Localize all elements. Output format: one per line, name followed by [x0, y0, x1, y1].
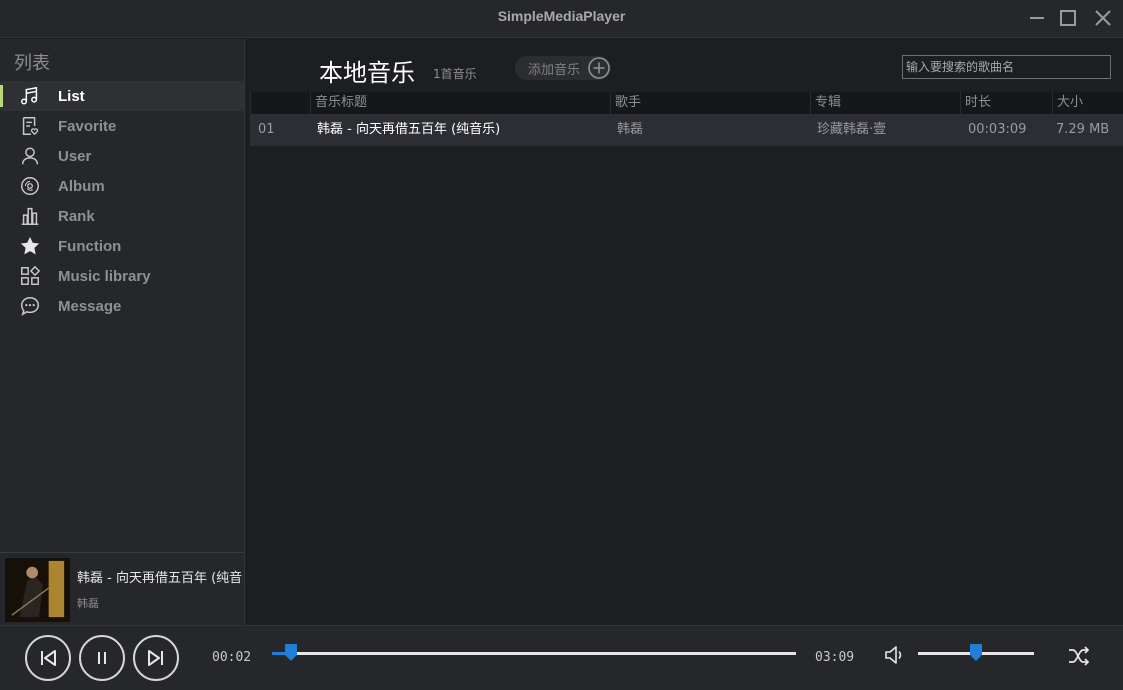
- pause-button[interactable]: [79, 635, 125, 681]
- previous-icon: [41, 650, 56, 666]
- next-button[interactable]: [133, 635, 179, 681]
- sidebar-item-label: Rank: [58, 207, 95, 225]
- shuffle-button[interactable]: [1066, 643, 1092, 669]
- shuffle-icon: [1069, 646, 1090, 666]
- music-note-icon: [18, 84, 42, 108]
- column-header-title[interactable]: 音乐标题: [310, 92, 610, 114]
- next-icon: [148, 650, 163, 666]
- row-size: 7.29 MB: [1056, 122, 1110, 137]
- previous-button[interactable]: [25, 635, 71, 681]
- row-duration: 00:03:09: [968, 122, 1027, 137]
- sidebar-item-label: List: [58, 87, 85, 105]
- sidebar-item-favorite[interactable]: Favorite: [0, 111, 244, 141]
- player-bar: 00:02 03:09: [0, 625, 1123, 690]
- now-playing-artist: 韩磊: [77, 597, 99, 610]
- column-header-artist[interactable]: 歌手: [610, 92, 810, 114]
- sidebar-item-music-library[interactable]: Music library: [0, 261, 244, 291]
- now-playing-title: 韩磊 - 向天再借五百年 (纯音乐): [77, 571, 243, 586]
- sidebar: 列表 List Favorite User Album Rank Functio…: [0, 39, 245, 625]
- row-album: 珍藏韩磊·壹: [817, 122, 887, 137]
- progress-slider[interactable]: [272, 644, 796, 661]
- plus-circle-icon: [587, 56, 611, 80]
- user-icon: [18, 144, 42, 168]
- current-time: 00:02: [212, 650, 252, 665]
- total-time: 03:09: [815, 650, 855, 665]
- table-row[interactable]: 01 韩磊 - 向天再借五百年 (纯音乐) 韩磊 珍藏韩磊·壹 00:03:09…: [250, 114, 1123, 146]
- column-header-album[interactable]: 专辑: [810, 92, 960, 114]
- volume-handle[interactable]: [970, 644, 982, 661]
- message-bubble-icon: [18, 294, 42, 318]
- sidebar-section-label: 列表: [14, 53, 50, 74]
- rank-chart-icon: [18, 204, 42, 228]
- album-cover: [5, 558, 70, 622]
- row-index: 01: [258, 122, 275, 137]
- pause-icon: [98, 652, 106, 664]
- close-icon: [1095, 10, 1111, 26]
- close-button[interactable]: [1092, 7, 1114, 29]
- sidebar-item-list[interactable]: List: [0, 81, 244, 111]
- row-artist: 韩磊: [617, 122, 644, 137]
- sidebar-item-user[interactable]: User: [0, 141, 244, 171]
- library-grid-icon: [18, 264, 42, 288]
- sidebar-item-message[interactable]: Message: [0, 291, 244, 321]
- sidebar-item-label: Album: [58, 177, 105, 195]
- sidebar-item-label: Function: [58, 237, 122, 255]
- minimize-icon: [1030, 17, 1044, 19]
- add-music-button[interactable]: 添加音乐: [515, 56, 611, 80]
- row-title: 韩磊 - 向天再借五百年 (纯音乐): [317, 122, 501, 137]
- volume-icon[interactable]: [883, 643, 907, 667]
- table-header: 音乐标题 歌手 专辑 时长 大小: [250, 92, 1123, 114]
- sidebar-item-label: Music library: [58, 267, 151, 285]
- now-playing-panel[interactable]: 韩磊 - 向天再借五百年 (纯音乐) 韩磊: [0, 552, 244, 625]
- sidebar-item-album[interactable]: Album: [0, 171, 244, 201]
- search-input[interactable]: [902, 55, 1111, 79]
- song-table: 音乐标题 歌手 专辑 时长 大小 01 韩磊 - 向天再借五百年 (纯音乐) 韩…: [250, 92, 1123, 146]
- minimize-button[interactable]: [1026, 7, 1048, 29]
- star-icon: [18, 234, 42, 258]
- window-title: SimpleMediaPlayer: [497, 8, 626, 24]
- sidebar-nav: List Favorite User Album Rank Function M…: [0, 81, 244, 321]
- column-header-index[interactable]: [250, 92, 310, 114]
- column-header-duration[interactable]: 时长: [960, 92, 1052, 114]
- sidebar-item-label: Favorite: [58, 117, 117, 135]
- main-content: 本地音乐 1首音乐 添加音乐 音乐标题 歌手 专辑 时长 大小 01 韩磊 - …: [245, 39, 1123, 625]
- maximize-icon: [1060, 10, 1076, 26]
- add-music-label: 添加音乐: [528, 62, 581, 78]
- favorite-list-icon: [18, 114, 42, 138]
- maximize-button[interactable]: [1057, 7, 1079, 29]
- album-disc-icon: [18, 174, 42, 198]
- sidebar-item-label: Message: [58, 297, 122, 315]
- volume-slider[interactable]: [918, 644, 1034, 661]
- sidebar-item-label: User: [58, 147, 92, 165]
- app-window: SimpleMediaPlayer 列表 List Favorite User …: [0, 0, 1123, 690]
- progress-handle[interactable]: [285, 644, 297, 661]
- sidebar-item-function[interactable]: Function: [0, 231, 244, 261]
- column-header-size[interactable]: 大小: [1052, 92, 1123, 114]
- song-count: 1首音乐: [433, 67, 477, 81]
- sidebar-item-rank[interactable]: Rank: [0, 201, 244, 231]
- title-bar: SimpleMediaPlayer: [0, 0, 1123, 38]
- page-title: 本地音乐: [319, 59, 415, 87]
